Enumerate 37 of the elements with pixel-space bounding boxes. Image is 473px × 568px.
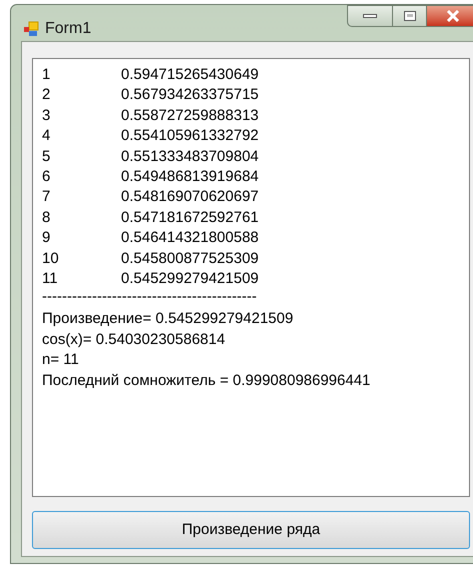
row-number: 2 xyxy=(42,85,52,106)
row-value: 0.558727259888313 xyxy=(121,106,259,126)
result-line: Последний сомножитель = 0.999080986996441 xyxy=(42,370,370,391)
row-number: 1 xyxy=(42,65,52,85)
close-icon xyxy=(446,10,460,22)
row-number: 3 xyxy=(42,106,52,126)
result-line: Произведение= 0.545299279421509 xyxy=(42,309,294,330)
output-textbox[interactable] xyxy=(32,58,470,497)
maximize-icon xyxy=(404,11,416,21)
close-button[interactable] xyxy=(427,5,473,27)
row-value: 0.594715265430649 xyxy=(121,65,259,85)
row-number: 9 xyxy=(42,228,52,248)
row-value: 0.548169070620697 xyxy=(121,187,259,208)
app-icon xyxy=(23,21,39,37)
separator-line: ------------------------------------------- xyxy=(42,289,257,306)
row-value: 0.546414321800588 xyxy=(121,228,259,248)
window-title: Form1 xyxy=(45,19,92,39)
row-value: 0.551333483709804 xyxy=(121,146,259,167)
row-value: 0.545800877525309 xyxy=(121,248,259,269)
row-number: 5 xyxy=(42,146,52,167)
minimize-icon xyxy=(363,14,377,18)
maximize-button[interactable] xyxy=(393,5,427,27)
row-number: 7 xyxy=(42,187,52,208)
row-value: 0.549486813919684 xyxy=(121,167,259,188)
row-value: 0.545299279421509 xyxy=(121,269,259,290)
result-line: n= 11 xyxy=(42,350,79,370)
result-line: cos(x)= 0.54030230586814 xyxy=(42,330,226,350)
row-number: 8 xyxy=(42,208,52,228)
row-number: 4 xyxy=(42,126,52,146)
row-value: 0.567934263375715 xyxy=(121,85,259,106)
compute-button[interactable]: Произведение ряда xyxy=(32,511,470,549)
row-number: 11 xyxy=(42,269,59,290)
row-number: 10 xyxy=(42,248,60,269)
row-value: 0.547181672592761 xyxy=(121,208,259,228)
row-value: 0.554105961332792 xyxy=(121,126,259,146)
minimize-button[interactable] xyxy=(347,5,393,27)
row-number: 6 xyxy=(42,167,52,188)
